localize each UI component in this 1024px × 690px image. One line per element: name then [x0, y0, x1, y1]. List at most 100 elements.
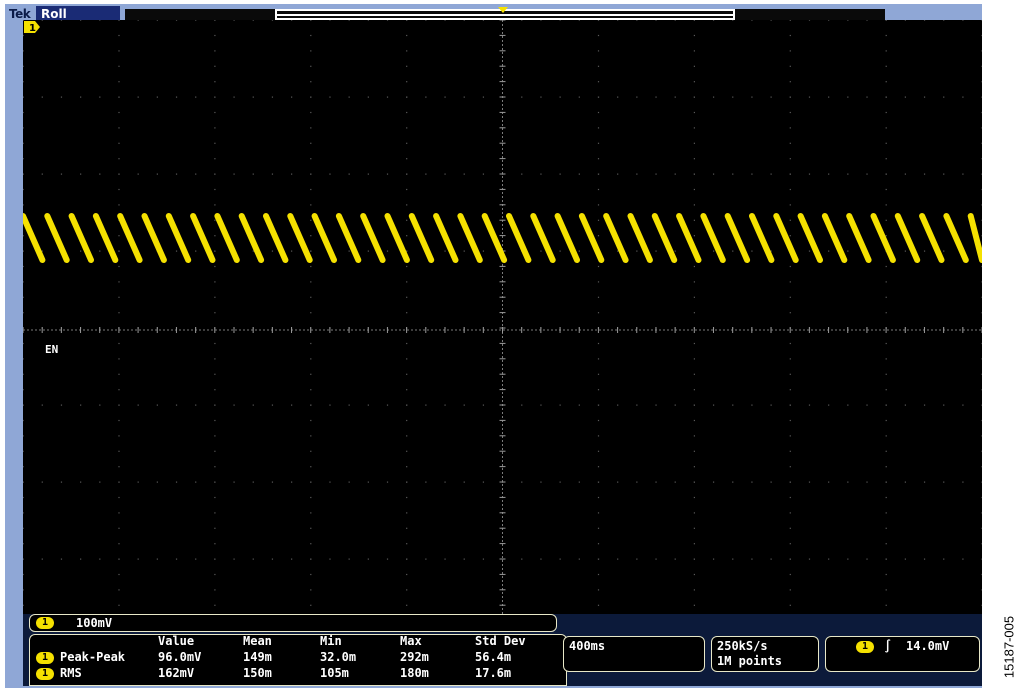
grid-dot — [981, 450, 982, 452]
trigger-position-marker-icon[interactable] — [498, 7, 508, 13]
grid-dot — [789, 419, 791, 422]
grid-dot — [310, 512, 312, 514]
grid-dot — [329, 96, 331, 98]
grid-dot — [885, 65, 887, 67]
vertical-scale-readout[interactable]: 1 100mV — [29, 614, 557, 632]
grid-dot — [904, 250, 906, 252]
grid-dot — [693, 173, 695, 175]
grid-dot — [406, 481, 408, 483]
grid-dot — [693, 204, 695, 206]
grid-dot — [521, 96, 523, 98]
grid-dot — [23, 466, 24, 468]
grid-dot — [310, 34, 312, 37]
grid-dot — [406, 81, 408, 83]
record-length-value: 1M points — [717, 654, 783, 668]
grid-dot — [291, 404, 293, 406]
grid-dot — [981, 296, 982, 298]
grid-dot — [981, 20, 982, 21]
grid-dot — [885, 558, 887, 560]
grid-dot — [23, 481, 24, 483]
grid-dot — [156, 96, 158, 98]
grid-dot — [828, 20, 830, 21]
waveform-display[interactable]: 1 EN — [23, 20, 982, 636]
grid-dot — [406, 527, 408, 529]
grid-dot — [425, 404, 427, 406]
grid-dot — [406, 512, 408, 514]
grid-dot — [310, 204, 312, 206]
grid-dot — [617, 250, 619, 252]
grid-dot — [789, 204, 791, 206]
grid-dot — [789, 281, 791, 283]
grid-dot — [674, 404, 676, 406]
grid-dot — [348, 558, 350, 560]
grid-dot — [789, 158, 791, 160]
grid-dot — [175, 96, 178, 98]
measurement-table[interactable]: Value Mean Min Max Std Dev 1 Peak-Peak 9… — [29, 634, 567, 686]
grid-dot — [789, 527, 791, 529]
grid-dot — [463, 481, 465, 483]
grid-dot — [118, 50, 120, 52]
grid-dot — [981, 204, 982, 206]
grid-dot — [310, 358, 312, 360]
grid-dot — [214, 111, 216, 114]
grid-dot — [885, 96, 887, 98]
grid-dot — [904, 96, 906, 98]
grid-dot — [636, 481, 638, 483]
grid-dot — [789, 142, 791, 144]
grid-dot — [386, 20, 389, 21]
grid-dot — [885, 589, 887, 591]
grid-dot — [789, 512, 791, 514]
grid-dot — [23, 173, 24, 175]
grid-dot — [732, 173, 734, 175]
grid-dot — [521, 173, 523, 175]
grid-dot — [789, 235, 791, 237]
grid-dot — [41, 558, 43, 560]
grid-dot — [23, 373, 24, 375]
grid-dot — [23, 558, 24, 560]
acquisition-readout[interactable]: 250kS/s 1M points — [711, 636, 819, 672]
grid-dot — [789, 173, 791, 175]
grid-dot — [310, 296, 312, 298]
grid-dot — [118, 558, 120, 560]
grid-dot — [23, 142, 24, 144]
grid-dot — [540, 558, 542, 560]
col-header-min: Min — [320, 634, 342, 648]
grid-dot — [482, 558, 485, 560]
grid-dot — [80, 481, 82, 483]
grid-dot — [578, 173, 580, 175]
grid-dot — [214, 219, 216, 221]
timebase-readout[interactable]: 400ms — [563, 636, 705, 672]
grid-dot — [214, 281, 216, 283]
grid-dot — [118, 573, 120, 576]
record-view-line — [277, 14, 733, 16]
grid-dot — [195, 404, 197, 406]
grid-dot — [252, 481, 254, 483]
grid-dot — [885, 450, 887, 452]
trigger-readout[interactable]: 1 ∫ 14.0mV — [825, 636, 980, 672]
grid-dot — [80, 20, 82, 21]
channel-1-ground-marker-icon[interactable]: 1 — [23, 20, 41, 34]
grid-dot — [118, 204, 120, 206]
grid-dot — [425, 173, 427, 175]
grid-dot — [233, 173, 235, 175]
grid-dot — [444, 96, 446, 98]
grid-dot — [156, 20, 158, 21]
grid-dot — [981, 435, 982, 437]
grid-dot — [962, 404, 964, 406]
grid-dot — [214, 204, 216, 206]
grid-dot — [23, 496, 24, 499]
grid-dot — [406, 142, 408, 144]
grid-dot — [156, 481, 158, 483]
grid-dot — [23, 419, 24, 422]
grid-dot — [655, 173, 657, 175]
grid-dot — [463, 404, 465, 406]
peak-peak-value: 96.0mV — [158, 650, 202, 664]
grid-dot — [406, 235, 408, 237]
grid-dot — [118, 373, 120, 375]
grid-dot — [175, 558, 178, 560]
grid-dot — [310, 265, 312, 268]
grid-dot — [923, 96, 926, 98]
grid-dot — [789, 589, 791, 591]
grid-dot — [214, 373, 216, 375]
grid-dot — [23, 389, 24, 391]
